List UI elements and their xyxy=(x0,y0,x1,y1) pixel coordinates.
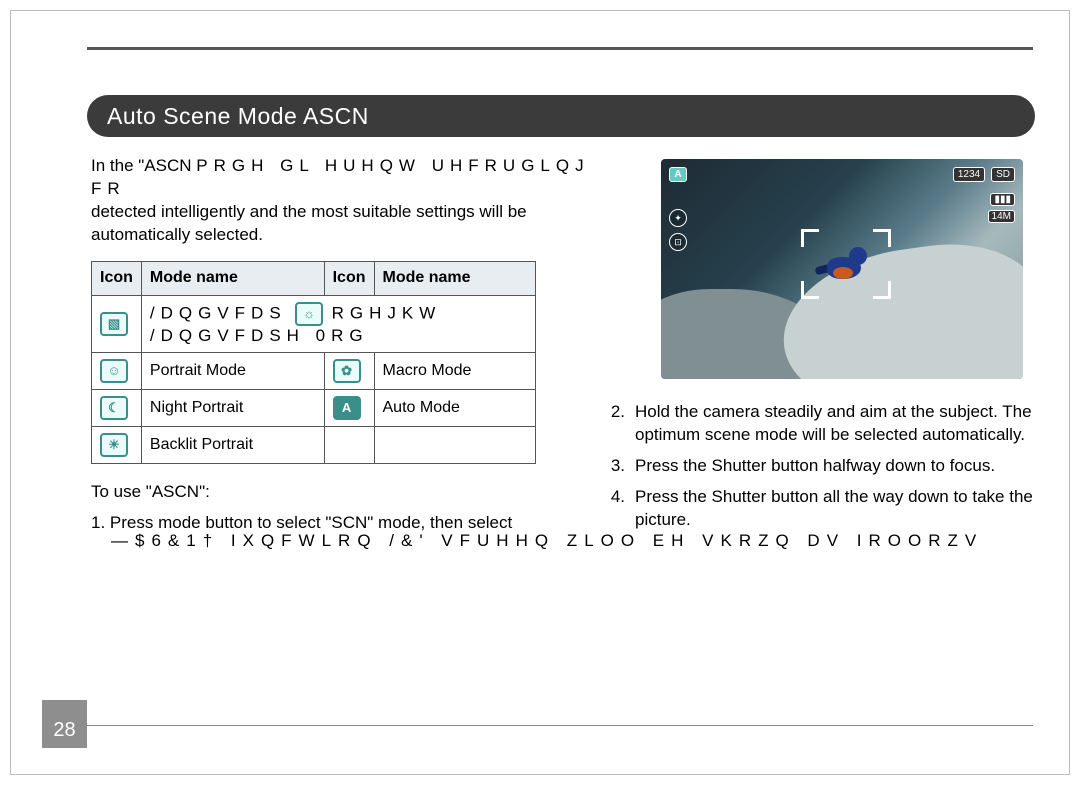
step-4-text: Press the Shutter button all the way dow… xyxy=(635,486,1033,532)
step-2-text: Hold the camera steadily and aim at the … xyxy=(635,401,1033,447)
sd-icon: SD xyxy=(991,167,1015,182)
row3-name2-empty xyxy=(374,426,536,463)
battery-icon: ▮▮▮ xyxy=(990,193,1015,206)
auto-badge-icon: A xyxy=(669,167,687,182)
th-mode-1: Mode name xyxy=(141,261,324,295)
landscape-icon: ▧ xyxy=(100,312,128,336)
page-number-text: 28 xyxy=(53,719,75,742)
mode-table: Icon Mode name Icon Mode name ▧ /DQGVFDS… xyxy=(91,261,536,464)
table-row: ▧ /DQGVFDS ☼ RGHJKW /DQGVFDSH 0RG xyxy=(92,295,536,352)
intro-line1a: In the "ASCN xyxy=(91,156,192,175)
step-4: 4. Press the Shutter button all the way … xyxy=(607,486,1033,532)
step-3-text: Press the Shutter button halfway down to… xyxy=(635,455,995,478)
step-2-num: 2. xyxy=(607,401,625,447)
to-use-label: To use "ASCN": xyxy=(91,482,631,502)
hud-indicator-icon: ⊡ xyxy=(669,233,687,251)
right-column: 2. Hold the camera steadily and aim at t… xyxy=(607,401,1033,540)
row1-name1: Portrait Mode xyxy=(141,352,324,389)
portrait-icon: ☺ xyxy=(100,359,128,383)
hud-indicator-icon: ✦ xyxy=(669,209,687,227)
hud-top: A 1234 SD xyxy=(669,167,1015,182)
row3-icon2-empty xyxy=(324,426,374,463)
hud-right-col: ▮▮▮ 14M xyxy=(988,193,1015,223)
camera-lcd-preview: A 1234 SD ▮▮▮ 14M ✦ ⊡ xyxy=(661,159,1023,379)
table-header-row: Icon Mode name Icon Mode name xyxy=(92,261,536,295)
row0-name1-garbled: /DQGVFDS xyxy=(150,303,287,322)
backlit-portrait-icon: ☀ xyxy=(100,433,128,457)
top-rule xyxy=(87,47,1033,50)
th-icon-2: Icon xyxy=(324,261,374,295)
section-title-pill: Auto Scene Mode ASCN xyxy=(87,95,1035,137)
step-3-num: 3. xyxy=(607,455,625,478)
section-title: Auto Scene Mode ASCN xyxy=(107,103,369,130)
th-mode-2: Mode name xyxy=(374,261,536,295)
th-icon-1: Icon xyxy=(92,261,142,295)
intro-line2: detected intelligently and the most suit… xyxy=(91,202,527,221)
table-row: ☾ Night Portrait A Auto Mode xyxy=(92,389,536,426)
left-column: In the "ASCN PRGH GL HUHQW UHFRUGLQJ FR … xyxy=(91,155,631,535)
row2-name1: Night Portrait xyxy=(141,389,324,426)
step-3: 3. Press the Shutter button halfway down… xyxy=(607,455,1033,478)
focus-bracket xyxy=(801,229,891,299)
row1-name2: Macro Mode xyxy=(374,352,536,389)
step-4-num: 4. xyxy=(607,486,625,532)
intro-line3: automatically selected. xyxy=(91,225,263,244)
table-row: ☀ Backlit Portrait xyxy=(92,426,536,463)
manual-page: Auto Scene Mode ASCN In the "ASCN PRGH G… xyxy=(10,10,1070,775)
hud-left-col: ✦ ⊡ xyxy=(669,209,687,251)
row3-name1: Backlit Portrait xyxy=(141,426,324,463)
table-row: ☺ Portrait Mode ✿ Macro Mode xyxy=(92,352,536,389)
night-landscape-icon: ☼ xyxy=(295,302,323,326)
page-number: 28 xyxy=(42,700,87,748)
night-portrait-icon: ☾ xyxy=(100,396,128,420)
intro-text: In the "ASCN PRGH GL HUHQW UHFRUGLQJ FR … xyxy=(91,155,631,247)
step-2: 2. Hold the camera steadily and aim at t… xyxy=(607,401,1033,447)
row2-name2: Auto Mode xyxy=(374,389,536,426)
resolution-badge: 14M xyxy=(988,210,1015,223)
auto-mode-icon: A xyxy=(333,396,361,420)
shot-counter: 1234 xyxy=(953,167,985,182)
bottom-rule xyxy=(87,725,1033,726)
macro-icon: ✿ xyxy=(333,359,361,383)
